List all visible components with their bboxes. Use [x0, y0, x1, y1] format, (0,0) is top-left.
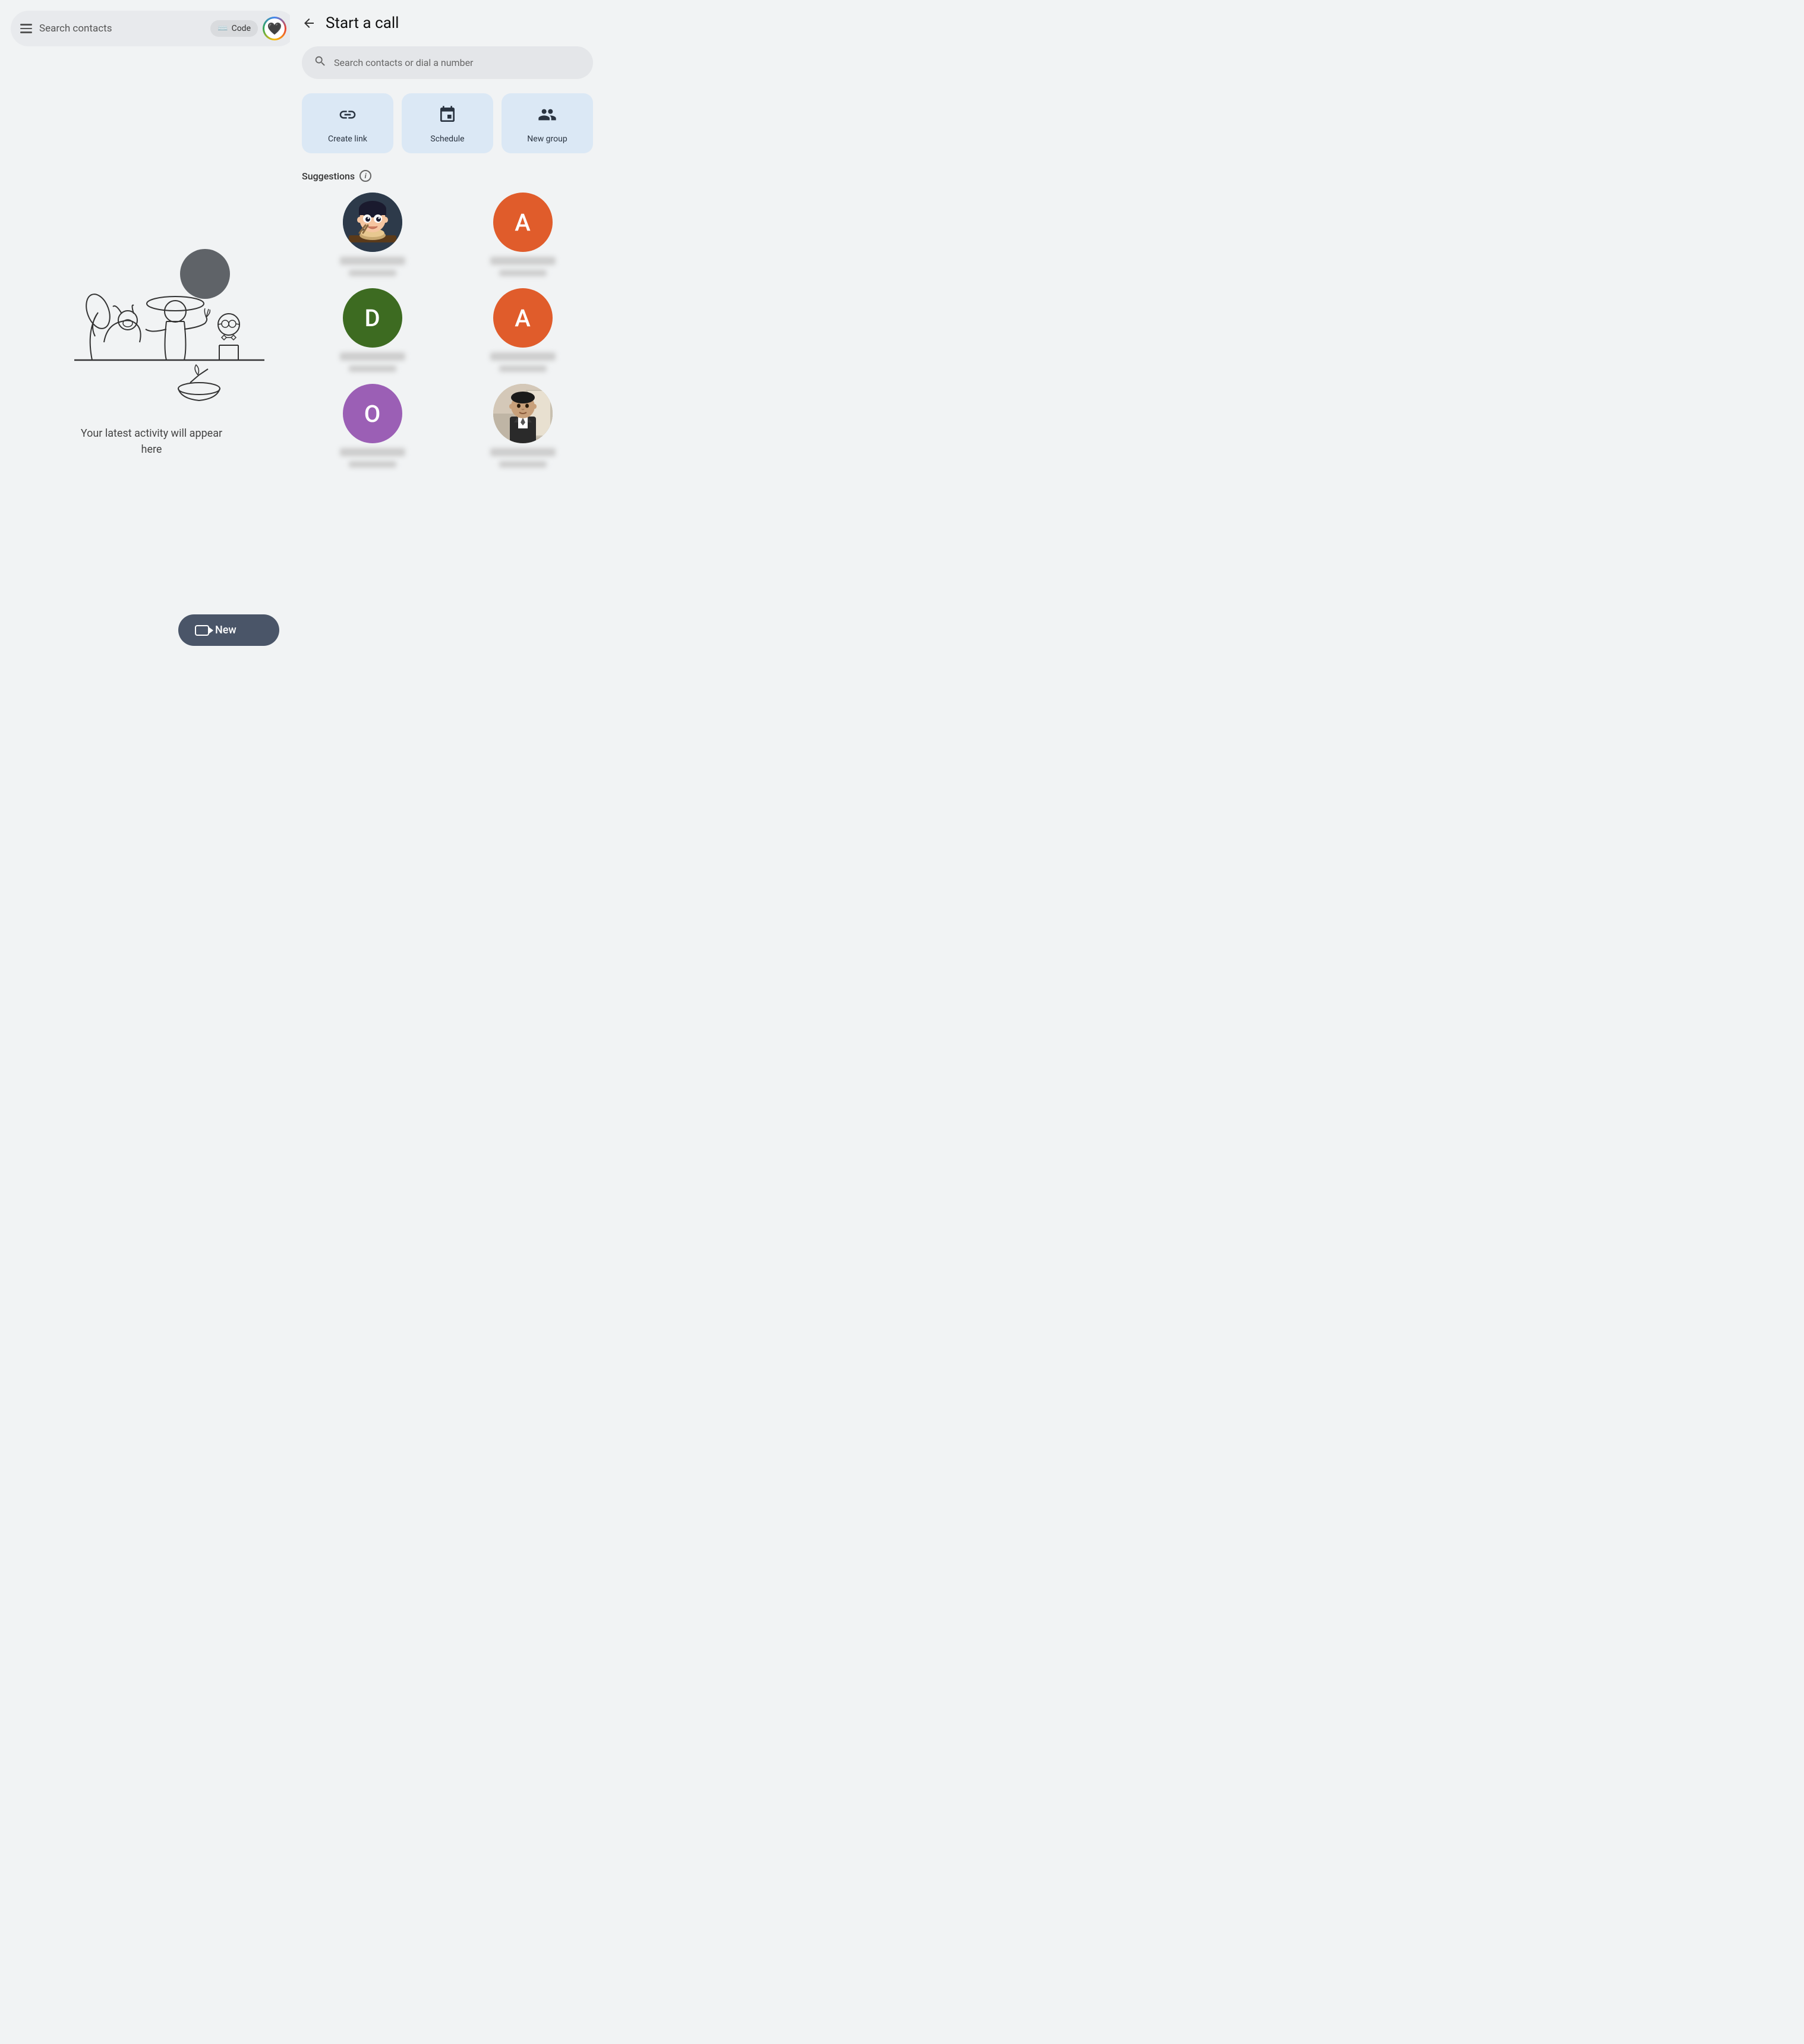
- avatar-emoji: 🖤: [267, 21, 282, 36]
- contact-name-4: [490, 352, 556, 361]
- dial-search-placeholder: Search contacts or dial a number: [334, 57, 473, 68]
- code-label: Code: [232, 24, 251, 33]
- suggestions-label: Suggestions: [302, 171, 355, 182]
- user-avatar[interactable]: 🖤: [263, 17, 286, 40]
- contact-name-6: [490, 448, 556, 456]
- contact-card-5[interactable]: O: [302, 384, 443, 468]
- contact-detail-2: [499, 270, 547, 276]
- dial-search-bar[interactable]: Search contacts or dial a number: [302, 46, 593, 79]
- search-text: Search contacts: [39, 23, 203, 34]
- empty-text: Your latest activity will appearhere: [81, 425, 222, 458]
- search-icon: [314, 55, 327, 71]
- right-header: Start a call: [302, 14, 593, 32]
- back-button[interactable]: [302, 16, 316, 30]
- search-bar[interactable]: Search contacts ⌨️ Code 🖤: [11, 11, 296, 46]
- new-button-label: New: [215, 624, 236, 636]
- contact-card-6[interactable]: [452, 384, 593, 468]
- right-panel: Start a call Search contacts or dial a n…: [290, 0, 605, 682]
- new-group-label: New group: [527, 134, 567, 144]
- contact-avatar-6: [493, 384, 553, 443]
- calendar-icon: [438, 105, 457, 128]
- contact-detail-5: [349, 461, 396, 468]
- create-link-button[interactable]: Create link: [302, 93, 393, 153]
- info-icon[interactable]: i: [359, 170, 371, 182]
- action-buttons: Create link Schedule New group: [302, 93, 593, 153]
- contact-name-5: [340, 448, 405, 456]
- contact-name-2: [490, 257, 556, 265]
- contact-avatar-5: O: [343, 384, 402, 443]
- contact-card-2[interactable]: A: [452, 193, 593, 276]
- link-icon: [338, 105, 357, 128]
- contact-detail-6: [499, 461, 547, 468]
- illustration-svg: [39, 235, 264, 414]
- contact-card-1[interactable]: [302, 193, 443, 276]
- illustration-area: Your latest activity will appearhere: [39, 46, 264, 682]
- video-icon: [195, 625, 209, 636]
- contact-card-4[interactable]: A: [452, 288, 593, 372]
- contact-avatar-2: A: [493, 193, 553, 252]
- contact-detail-1: [349, 270, 396, 276]
- contact-detail-4: [499, 365, 547, 372]
- create-link-label: Create link: [328, 134, 367, 144]
- contact-name-1: [340, 257, 405, 265]
- contact-avatar-1: [343, 193, 402, 252]
- left-panel: Search contacts ⌨️ Code 🖤: [0, 0, 303, 682]
- search-bar-right: ⌨️ Code 🖤: [210, 17, 286, 40]
- hamburger-icon[interactable]: [20, 24, 32, 33]
- group-icon: [538, 105, 557, 128]
- new-button[interactable]: New: [178, 614, 279, 646]
- keyboard-icon: ⌨️: [217, 24, 228, 33]
- contact-card-3[interactable]: D: [302, 288, 443, 372]
- page-title: Start a call: [326, 14, 399, 32]
- contact-detail-3: [349, 365, 396, 372]
- suggestions-header: Suggestions i: [302, 170, 593, 182]
- contacts-grid: A D A O: [302, 193, 593, 468]
- contact-avatar-4: A: [493, 288, 553, 348]
- contact-name-3: [340, 352, 405, 361]
- schedule-label: Schedule: [430, 134, 464, 144]
- new-group-button[interactable]: New group: [502, 93, 593, 153]
- code-pill[interactable]: ⌨️ Code: [210, 20, 258, 37]
- schedule-button[interactable]: Schedule: [402, 93, 493, 153]
- contact-avatar-3: D: [343, 288, 402, 348]
